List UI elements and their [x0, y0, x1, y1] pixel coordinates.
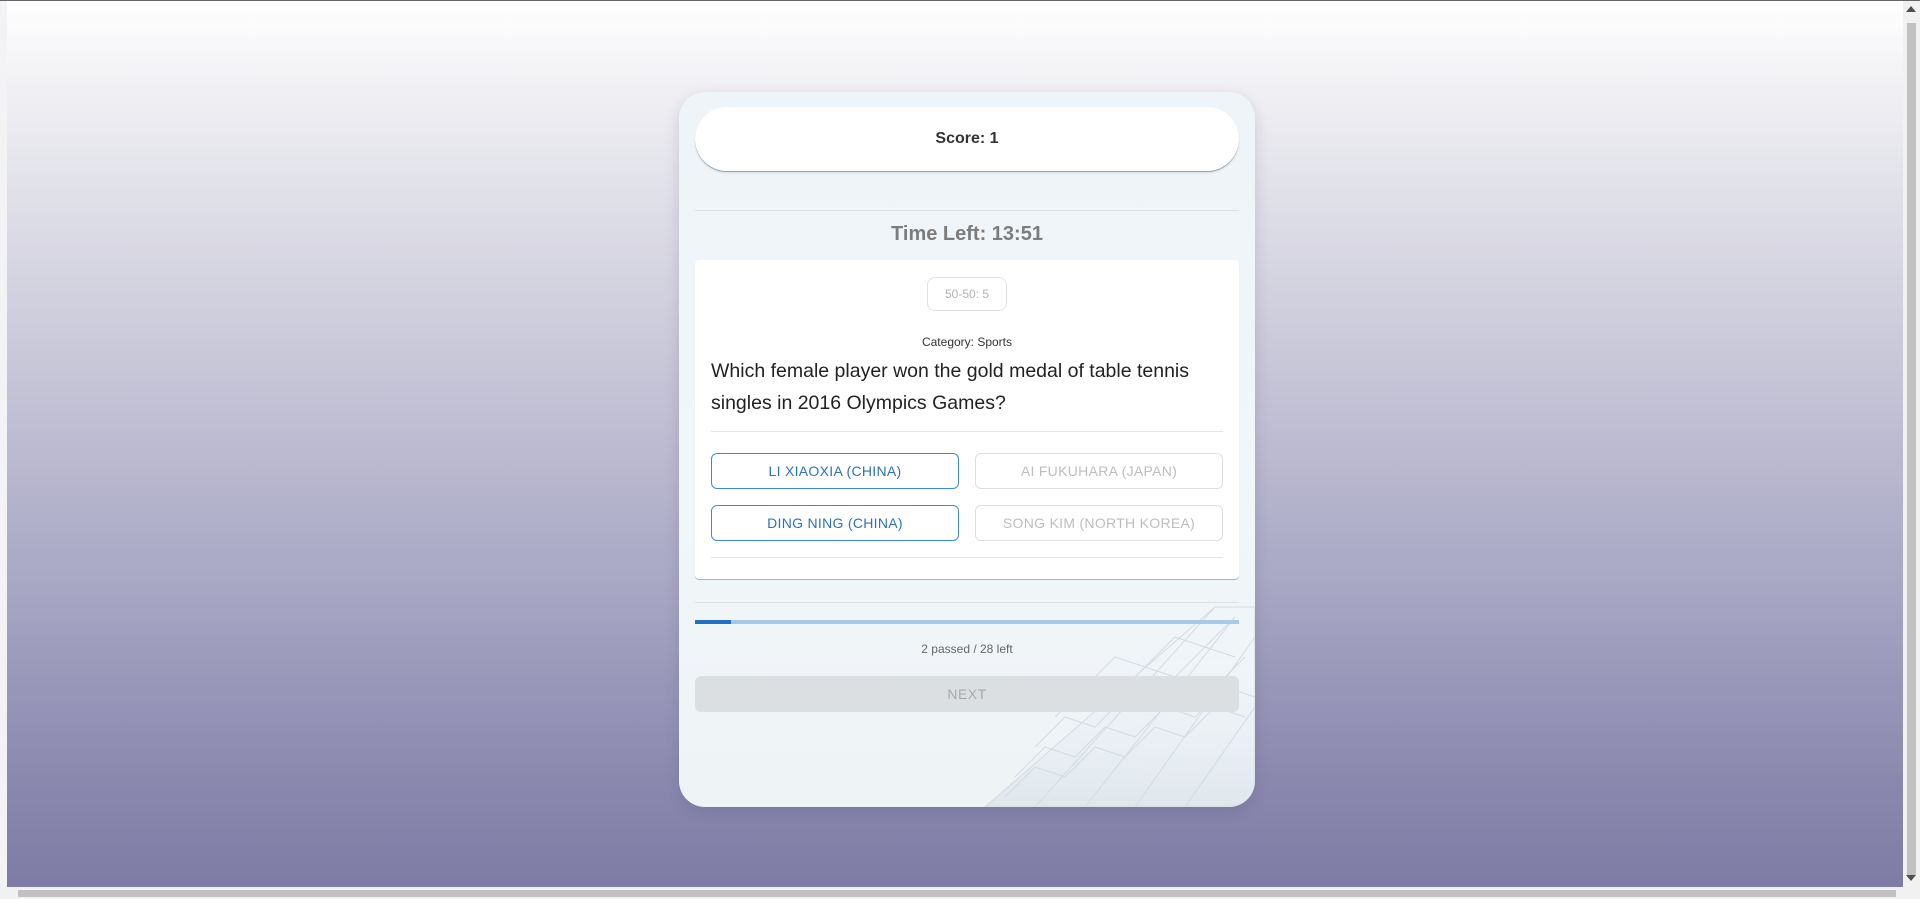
divider — [711, 557, 1223, 558]
divider — [695, 210, 1239, 211]
score-display: Score: 1 — [695, 107, 1239, 171]
answer-label: AI FUKUHARA (JAPAN) — [1020, 463, 1178, 479]
answer-button-4[interactable]: SONG KIM (NORTH KOREA) — [975, 505, 1223, 541]
fifty-fifty-button[interactable]: 50-50: 5 — [927, 277, 1007, 311]
page-background: Score: 1 Time Left: 13:51 50-50: 5 Categ… — [7, 1, 1903, 887]
vertical-scrollbar[interactable] — [1903, 1, 1920, 887]
answer-label: LI XIAOXIA (CHINA) — [768, 463, 902, 479]
quiz-card: Score: 1 Time Left: 13:51 50-50: 5 Categ… — [679, 92, 1255, 807]
divider — [711, 431, 1223, 432]
score-label: Score: 1 — [935, 130, 999, 147]
answer-button-2[interactable]: AI FUKUHARA (JAPAN) — [975, 453, 1223, 489]
answer-button-3[interactable]: DING NING (CHINA) — [711, 505, 959, 541]
scroll-up-arrow-icon[interactable] — [1906, 6, 1916, 12]
progress-bar-fill — [695, 620, 732, 624]
horizontal-scrollbar-thumb[interactable] — [18, 890, 1896, 897]
question-card: 50-50: 5 Category: Sports Which female p… — [695, 260, 1239, 579]
question-text: Which female player won the gold medal o… — [711, 360, 1190, 414]
progress-bar — [695, 620, 1239, 624]
answer-label: SONG KIM (NORTH KOREA) — [1002, 515, 1196, 531]
answer-button-1[interactable]: LI XIAOXIA (CHINA) — [711, 453, 959, 489]
progress-label: 2 passed / 28 left — [921, 642, 1013, 656]
vertical-scrollbar-thumb[interactable] — [1907, 23, 1916, 875]
timer-label: Time Left: 13:51 — [891, 223, 1043, 245]
horizontal-scrollbar[interactable] — [0, 887, 1920, 899]
next-button[interactable]: NEXT — [695, 676, 1239, 712]
category-label: Category: Sports — [921, 335, 1013, 349]
fifty-fifty-label: 50-50: 5 — [944, 287, 990, 301]
next-button-label: NEXT — [947, 686, 987, 702]
answer-label: DING NING (CHINA) — [767, 515, 903, 531]
divider — [695, 602, 1239, 603]
left-edge — [0, 1, 7, 887]
scroll-down-arrow-icon[interactable] — [1906, 875, 1916, 881]
